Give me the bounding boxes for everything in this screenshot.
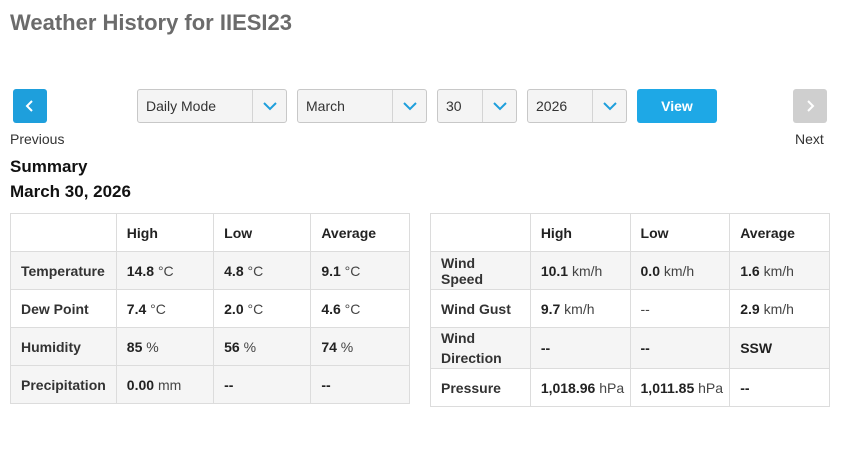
table-row: Humidity 85 % 56 % 74 % xyxy=(10,327,410,366)
chevron-right-icon xyxy=(807,100,815,112)
row-label: Wind Speed xyxy=(430,251,531,290)
cell-average: 1.6 km/h xyxy=(729,251,830,290)
cell-high: 1,018.96 hPa xyxy=(529,368,631,407)
view-button[interactable]: View xyxy=(637,89,717,123)
cell-low: -- xyxy=(629,289,731,328)
previous-button[interactable] xyxy=(13,89,47,123)
cell-low: 56 % xyxy=(213,327,312,366)
column-header-low: Low xyxy=(629,213,731,252)
next-label[interactable]: Next xyxy=(795,131,824,147)
table-row: Wind Gust 9.7 km/h -- 2.9 km/h xyxy=(430,289,830,328)
table-row: Pressure 1,018.96 hPa 1,011.85 hPa -- xyxy=(430,368,830,407)
cell-average: 4.6 °C xyxy=(310,289,410,328)
column-header-average: Average xyxy=(729,213,830,252)
cell-average: 74 % xyxy=(310,327,410,366)
column-header xyxy=(10,213,117,252)
row-label: Dew Point xyxy=(10,289,117,328)
cell-average: SSW xyxy=(729,327,830,369)
page-title: Weather History for IIESI23 xyxy=(10,10,293,35)
cell-high: 10.1 km/h xyxy=(529,251,631,290)
row-label: Temperature xyxy=(10,251,117,290)
month-select[interactable]: March xyxy=(297,89,427,123)
cell-average: 2.9 km/h xyxy=(729,289,830,328)
cell-low: 4.8 °C xyxy=(213,251,312,290)
mode-select-value: Daily Mode xyxy=(146,98,217,114)
day-select-value: 30 xyxy=(446,98,462,114)
cell-high: -- xyxy=(529,327,631,369)
row-label: Wind Gust xyxy=(430,289,531,328)
cell-high: 0.00 mm xyxy=(115,365,215,404)
chevron-down-icon xyxy=(262,102,277,111)
cell-average: -- xyxy=(310,365,410,404)
table-row: Dew Point 7.4 °C 2.0 °C 4.6 °C xyxy=(10,289,410,328)
month-select-value: March xyxy=(306,98,345,114)
column-header-low: Low xyxy=(213,213,312,252)
temperature-summary-table: High Low Average Temperature 14.8 °C 4.8… xyxy=(10,213,410,404)
cell-low: 1,011.85 hPa xyxy=(629,368,731,407)
cell-low: -- xyxy=(213,365,312,404)
table-row: Precipitation 0.00 mm -- -- xyxy=(10,365,410,404)
summary-heading: Summary xyxy=(10,157,88,176)
row-label: Precipitation xyxy=(10,365,117,404)
chevron-down-icon xyxy=(602,102,617,111)
day-select[interactable]: 30 xyxy=(437,89,517,123)
chevron-down-icon xyxy=(402,102,417,111)
mode-select[interactable]: Daily Mode xyxy=(137,89,287,123)
previous-label[interactable]: Previous xyxy=(10,131,64,147)
cell-high: 14.8 °C xyxy=(115,251,215,290)
column-header-high: High xyxy=(529,213,631,252)
row-label: Wind Direction xyxy=(430,327,531,369)
cell-high: 85 % xyxy=(115,327,215,366)
cell-high: 7.4 °C xyxy=(115,289,215,328)
next-button[interactable] xyxy=(793,89,827,123)
wind-pressure-summary-table: High Low Average Wind Speed 10.1 km/h 0.… xyxy=(430,213,830,407)
cell-low: 2.0 °C xyxy=(213,289,312,328)
cell-high: 9.7 km/h xyxy=(529,289,631,328)
row-label: Pressure xyxy=(430,368,531,407)
cell-average: -- xyxy=(729,368,830,407)
year-select[interactable]: 2026 xyxy=(527,89,627,123)
cell-low: 0.0 km/h xyxy=(629,251,731,290)
column-header-high: High xyxy=(115,213,215,252)
table-row: Wind Direction -- -- SSW xyxy=(430,327,830,369)
year-select-value: 2026 xyxy=(536,98,568,114)
table-row: Wind Speed 10.1 km/h 0.0 km/h 1.6 km/h xyxy=(430,251,830,290)
row-label: Humidity xyxy=(10,327,117,366)
column-header-average: Average xyxy=(310,213,410,252)
cell-average: 9.1 °C xyxy=(310,251,410,290)
column-header xyxy=(430,213,531,252)
summary-date: March 30, 2026 xyxy=(10,182,131,201)
table-row: Temperature 14.8 °C 4.8 °C 9.1 °C xyxy=(10,251,410,290)
cell-low: -- xyxy=(629,327,731,369)
chevron-left-icon xyxy=(25,100,33,112)
chevron-down-icon xyxy=(492,102,507,111)
